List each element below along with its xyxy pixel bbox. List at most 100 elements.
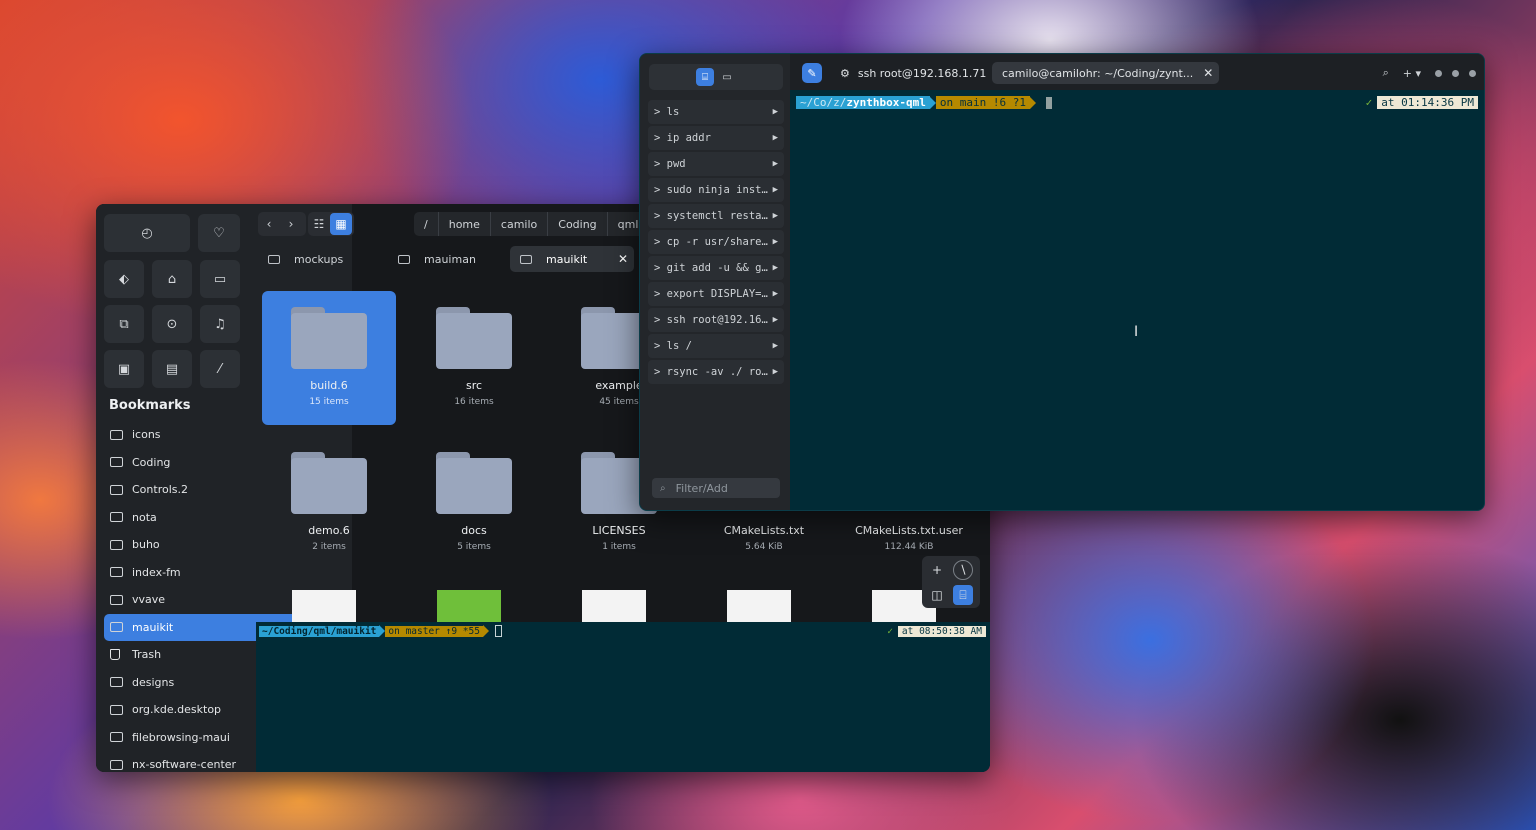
file-thumbnail-icon[interactable]: [292, 590, 356, 622]
terminal-cursor: [1045, 96, 1052, 109]
new-tab-menu-icon[interactable]: + ▾: [1403, 67, 1421, 80]
command-text: > ssh root@192.16…: [654, 314, 768, 326]
saved-command[interactable]: > sudo ninja inst… ▶: [648, 178, 784, 202]
list-view-icon[interactable]: ☷: [308, 213, 330, 235]
saved-command[interactable]: > systemctl resta… ▶: [648, 204, 784, 228]
prompt-git: on main !6 ?1: [935, 96, 1030, 109]
folder-item[interactable]: docs 5 items: [407, 436, 541, 570]
play-icon[interactable]: ▶: [773, 341, 778, 351]
sidebar-view-switch: ⌸ ▭: [649, 64, 783, 90]
tab-local[interactable]: camilo@camilohr: ~/Coding/zynt... ✕: [992, 62, 1220, 84]
saved-command[interactable]: > cp -r usr/share… ▶: [648, 230, 784, 254]
downloads-icon[interactable]: ⊙: [152, 305, 192, 343]
tag-icon[interactable]: ⬖: [104, 260, 144, 298]
close-icon[interactable]: ✕: [1203, 66, 1213, 80]
saved-command[interactable]: > pwd ▶: [648, 152, 784, 176]
terminal-cursor: [494, 625, 502, 637]
edit-icon[interactable]: ✎: [802, 63, 822, 83]
item-details: 5 items: [457, 542, 491, 552]
command-text: > sudo ninja inst…: [654, 184, 768, 196]
videos-icon[interactable]: ▤: [152, 350, 192, 388]
favorite-icon[interactable]: ♡: [198, 214, 240, 252]
play-icon[interactable]: ▶: [773, 107, 778, 117]
prompt-time: at 01:14:36 PM: [1377, 96, 1478, 109]
breadcrumb-item[interactable]: camilo: [491, 212, 549, 236]
tab-label: camilo@camilohr: ~/Coding/zynt...: [1002, 66, 1194, 80]
bookmark-label: Coding: [132, 455, 171, 469]
window-minimize-icon[interactable]: [1435, 69, 1442, 77]
pictures-icon[interactable]: ▣: [104, 350, 144, 388]
folder-icon: [110, 484, 123, 495]
breadcrumb-item[interactable]: home: [439, 212, 491, 236]
embedded-terminal[interactable]: ~/Coding/qml/mauikit on master ↑9 *55 ✓ …: [256, 622, 990, 772]
bookmark-label: nota: [132, 510, 157, 524]
folder-item[interactable]: src 16 items: [407, 291, 541, 425]
status-check: ✓: [1365, 96, 1373, 109]
gear-icon: ⚙: [840, 66, 850, 80]
search-icon[interactable]: ⌕: [1383, 66, 1389, 80]
saved-command[interactable]: > ssh root@192.16… ▶: [648, 308, 784, 332]
play-icon[interactable]: ▶: [773, 133, 778, 143]
play-icon[interactable]: ▶: [773, 185, 778, 195]
saved-command[interactable]: > rsync -av ./ ro… ▶: [648, 360, 784, 384]
play-icon[interactable]: ▶: [773, 367, 778, 377]
root-icon[interactable]: ⁄: [200, 350, 240, 388]
window-maximize-icon[interactable]: [1452, 69, 1459, 77]
saved-command[interactable]: > git add -u && g… ▶: [648, 256, 784, 280]
terminal-toggle-icon[interactable]: ⌸: [953, 585, 973, 605]
header-tools: ⌕ + ▾: [1383, 64, 1476, 82]
saved-command[interactable]: > export DISPLAY=… ▶: [648, 282, 784, 306]
saved-command[interactable]: > ls / ▶: [648, 334, 784, 358]
tab-label: mauiman: [424, 252, 476, 266]
grid-view-icon[interactable]: ▦: [330, 213, 352, 235]
add-icon[interactable]: +: [927, 560, 947, 580]
bookmark-label: icons: [132, 428, 161, 442]
file-thumbnail-icon[interactable]: [582, 590, 646, 622]
close-icon[interactable]: ✕: [618, 252, 628, 266]
folder-item[interactable]: demo.6 2 items: [262, 436, 396, 570]
drive-icon[interactable]: ▭: [200, 260, 240, 298]
recent-icon[interactable]: ◴: [104, 214, 190, 252]
filter-field[interactable]: ⌕ Filter/Add: [652, 478, 780, 498]
window-close-icon[interactable]: [1469, 69, 1476, 77]
play-icon[interactable]: ▶: [773, 237, 778, 247]
command-text: > systemctl resta…: [654, 210, 768, 222]
terminal-icon[interactable]: ⌸: [696, 68, 714, 86]
folder-item[interactable]: build.6 15 items: [262, 291, 396, 425]
folder-icon[interactable]: ▭: [718, 68, 736, 86]
play-icon[interactable]: ▶: [773, 289, 778, 299]
breadcrumb-item[interactable]: /: [414, 212, 439, 236]
back-button[interactable]: ‹: [258, 213, 280, 235]
documents-icon[interactable]: ⧉: [104, 305, 144, 343]
terminal-body[interactable]: ~/Co/z/zynthbox-qml on main !6 ?1 ✓ at 0…: [790, 90, 1484, 510]
folder-icon: [436, 452, 512, 514]
file-thumbnail-icon[interactable]: [727, 590, 791, 622]
music-icon[interactable]: ♫: [200, 305, 240, 343]
command-text: > ls: [654, 106, 680, 118]
folder-icon: [110, 704, 123, 715]
play-icon[interactable]: ▶: [773, 263, 778, 273]
play-icon[interactable]: ▶: [773, 159, 778, 169]
forward-button[interactable]: ›: [280, 213, 302, 235]
fm-tab[interactable]: mauikit ✕: [510, 246, 634, 272]
file-thumbnail-icon[interactable]: [437, 590, 501, 622]
tab-ssh[interactable]: ⚙ ssh root@192.168.1.71: [834, 62, 992, 84]
play-icon[interactable]: ▶: [773, 211, 778, 221]
fm-tab[interactable]: mauiman: [388, 246, 504, 272]
folder-icon: [268, 254, 280, 264]
play-icon[interactable]: ▶: [773, 315, 778, 325]
prompt-path: ~/Co/z/zynthbox-qml: [796, 96, 930, 109]
fm-tab[interactable]: mockups: [258, 246, 378, 272]
item-details: 16 items: [454, 397, 494, 407]
command-text: > pwd: [654, 158, 686, 170]
clear-icon[interactable]: ∖: [953, 560, 973, 580]
split-view-icon[interactable]: ◫: [927, 585, 947, 605]
command-text: > git add -u && g…: [654, 262, 768, 274]
home-icon[interactable]: ⌂: [152, 260, 192, 298]
tab-label: ssh root@192.168.1.71: [857, 66, 987, 80]
saved-command[interactable]: > ls ▶: [648, 100, 784, 124]
item-details: 112.44 KiB: [884, 542, 934, 552]
saved-command[interactable]: > ip addr ▶: [648, 126, 784, 150]
folder-icon: [110, 567, 123, 578]
breadcrumb-item[interactable]: Coding: [548, 212, 608, 236]
